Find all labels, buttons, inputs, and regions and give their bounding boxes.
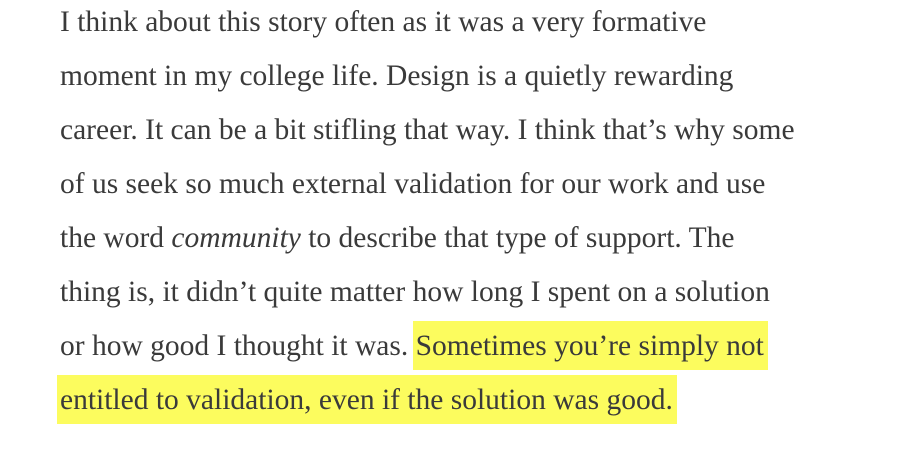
article-body: I think about this story often as it was… [57,0,890,427]
text-line-4: of us seek so much external validation f… [60,168,766,200]
text-line-6: thing is, it didn’t quite matter how lon… [60,276,770,308]
text-line-2: moment in my college life. Design is a q… [60,60,734,92]
text-line-5: the word community to describe that type… [60,211,890,265]
text-line-3: career. It can be a bit stifling that wa… [60,114,795,146]
text-line-5-start: the word [60,222,172,254]
text-line-7-plain: or how good I thought it was. [60,330,416,362]
text-line-8: entitled to validation, even if the solu… [57,373,890,427]
highlighted-text-1[interactable]: Sometimes you’re simply not [412,321,768,370]
paragraph: I think about this story often as it was… [57,0,890,427]
text-line-5-end: to describe that type of support. The [300,222,735,254]
text-line-1: I think about this story often as it was… [60,6,707,38]
highlighted-text-2[interactable]: entitled to validation, even if the solu… [57,375,677,424]
text-line-7: or how good I thought it was. Sometimes … [60,319,890,373]
emphasized-word: community [171,222,301,254]
